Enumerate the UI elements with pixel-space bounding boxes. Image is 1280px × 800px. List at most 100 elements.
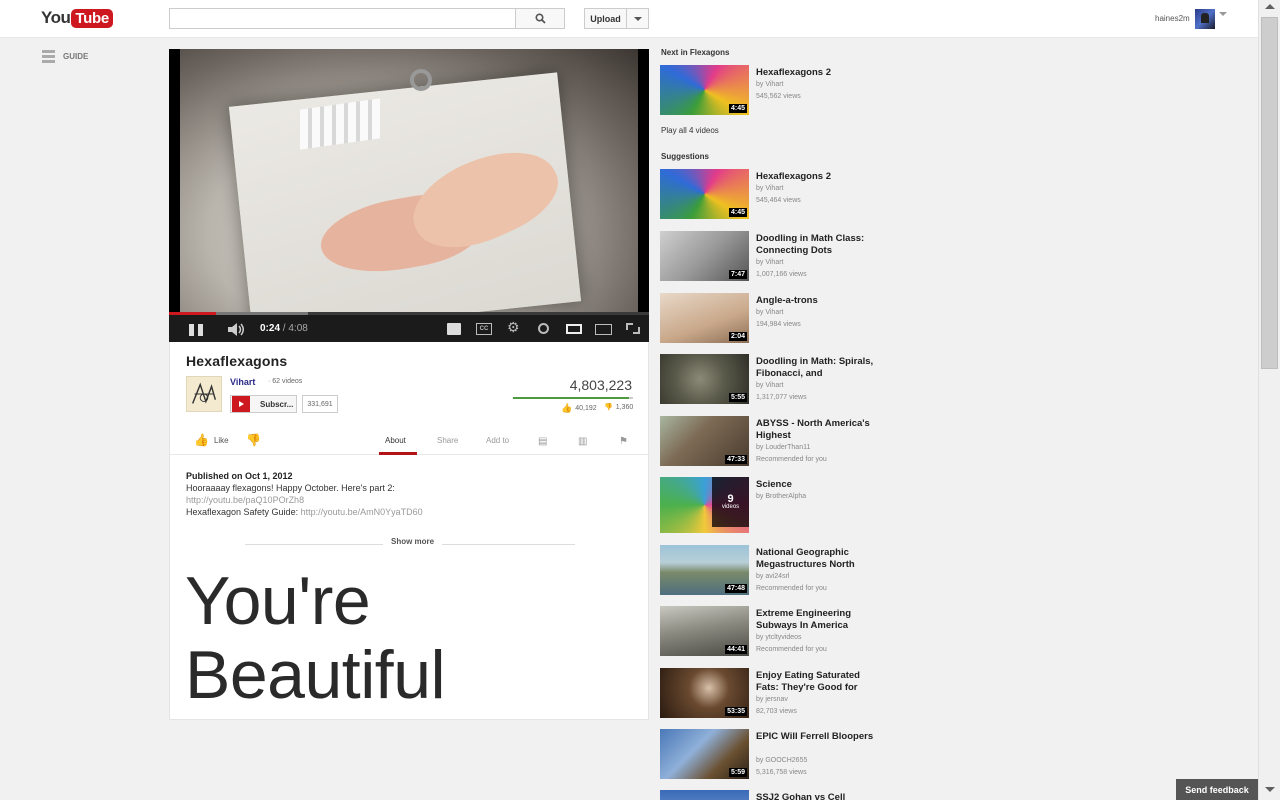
video-thumbnail[interactable]: 53:35 <box>660 668 749 718</box>
video-channel: by jersnav <box>756 696 788 703</box>
video-thumbnail[interactable]: 4:45 <box>660 65 749 115</box>
video-title[interactable]: Extreme Engineering Subways In America <box>756 608 881 632</box>
play-all-link[interactable]: Play all 4 videos <box>661 126 719 135</box>
video-title[interactable]: Angle-a-trons <box>756 295 881 307</box>
show-more-button[interactable]: Show more <box>383 537 443 546</box>
video-title[interactable]: ABYSS - North America's Highest <box>756 418 881 442</box>
video-duration: 2:04 <box>728 332 747 341</box>
video-duration: 47:48 <box>725 584 747 593</box>
playlist-thumbnail[interactable]: 9 videos <box>660 477 749 533</box>
suggested-video[interactable]: 5:59 EPIC Will Ferrell Bloopers by GOOCH… <box>660 729 880 779</box>
video-scene-binder-ring <box>410 69 432 91</box>
video-views: Recommended for you <box>756 585 827 592</box>
logo-you: You <box>41 8 71 27</box>
watch-later-icon[interactable] <box>538 323 549 334</box>
video-thumbnail[interactable] <box>660 790 749 800</box>
gear-icon[interactable]: ⚙ <box>507 319 521 335</box>
video-thumbnail[interactable]: 47:48 <box>660 545 749 595</box>
guide-button[interactable]: GUIDE <box>42 50 88 63</box>
video-title[interactable]: Doodling in Math Class: Connecting Dots <box>756 233 881 257</box>
video-views: 1,317,077 views <box>756 394 807 401</box>
description-link[interactable]: http://youtu.be/paQ10POrZh8 <box>186 494 423 506</box>
video-title[interactable]: National Geographic Megastructures North <box>756 547 881 571</box>
video-views: 545,562 views <box>756 93 801 100</box>
video-thumbnail[interactable]: 7:47 <box>660 231 749 281</box>
suggested-video[interactable]: SSJ2 Gohan vs Cell <box>660 790 880 800</box>
tab-add-to[interactable]: Add to <box>486 436 509 445</box>
video-channel: by Vihart <box>756 309 784 316</box>
small-player-icon[interactable] <box>566 324 582 334</box>
video-thumbnail[interactable]: 2:04 <box>660 293 749 343</box>
suggested-video[interactable]: 44:41 Extreme Engineering Subways In Ame… <box>660 606 880 656</box>
video-frame[interactable] <box>180 49 638 312</box>
subscribe-button[interactable]: Subscr... <box>230 395 297 413</box>
suggested-video[interactable]: 47:33 ABYSS - North America's Highest by… <box>660 416 880 466</box>
video-title[interactable]: Hexaflexagons 2 <box>756 171 881 183</box>
video-duration: 44:41 <box>725 645 747 654</box>
upload-button[interactable]: Upload <box>584 8 627 29</box>
video-thumbnail[interactable]: 4:45 <box>660 169 749 219</box>
description-link[interactable]: http://youtu.be/AmN0YyaTD60 <box>301 507 423 517</box>
dislike-button[interactable]: 👎 <box>246 433 261 447</box>
send-feedback-button[interactable]: Send feedback <box>1176 779 1258 800</box>
suggested-video[interactable]: 4:45 Hexaflexagons 2 by Vihart 545,464 v… <box>660 169 880 219</box>
suggested-video[interactable]: 47:48 National Geographic Megastructures… <box>660 545 880 595</box>
channel-video-count: · 62 videos <box>268 378 303 385</box>
video-thumbnail[interactable]: 44:41 <box>660 606 749 656</box>
video-duration: 4:45 <box>728 208 747 217</box>
scroll-up-arrow-icon[interactable] <box>1265 4 1275 9</box>
search-button[interactable] <box>515 8 565 29</box>
video-channel: by avi24srl <box>756 573 790 580</box>
upload-menu-button[interactable] <box>626 8 649 29</box>
subscribe-label: Subscr... <box>260 399 294 409</box>
statistics-icon[interactable]: ▥ <box>578 436 587 447</box>
video-views: 82,703 views <box>756 708 797 715</box>
suggested-playlist[interactable]: 9 videos Science by BrotherAlpha <box>660 477 881 533</box>
scroll-thumb[interactable] <box>1261 17 1278 369</box>
annotations-icon[interactable] <box>447 323 461 335</box>
suggested-video[interactable]: 53:35 Enjoy Eating Saturated Fats: They'… <box>660 668 880 718</box>
suggested-video[interactable]: 5:55 Doodling in Math: Spirals, Fibonacc… <box>660 354 880 404</box>
subscriber-count: 331,691 <box>302 395 338 413</box>
playlist-channel: by BrotherAlpha <box>756 493 807 500</box>
dislike-count-text: 1,360 <box>615 403 634 411</box>
playlist-overlay: 9 videos <box>712 477 749 527</box>
scroll-down-arrow-icon[interactable] <box>1265 787 1275 792</box>
pause-icon[interactable] <box>189 324 203 336</box>
video-player[interactable]: 0:24 / 4:08 CC ⚙ <box>169 49 649 342</box>
video-title[interactable]: Hexaflexagons 2 <box>756 67 881 79</box>
video-title[interactable]: EPIC Will Ferrell Bloopers <box>756 731 881 743</box>
scrollbar[interactable] <box>1258 0 1280 800</box>
fullscreen-icon[interactable] <box>625 322 641 335</box>
video-title[interactable]: Enjoy Eating Saturated Fats: They're Goo… <box>756 670 881 694</box>
channel-name[interactable]: Vihart <box>230 377 255 387</box>
suggested-video[interactable]: 2:04 Angle-a-trons by Vihart 194,984 vie… <box>660 293 880 343</box>
flag-icon[interactable]: ⚑ <box>619 436 628 447</box>
tab-share[interactable]: Share <box>437 436 458 445</box>
video-thumbnail[interactable]: 5:59 <box>660 729 749 779</box>
video-duration: 47:33 <box>725 455 747 464</box>
masthead: You Tube Upload haines2m <box>0 0 1258 38</box>
video-title[interactable]: Doodling in Math: Spirals, Fibonacci, an… <box>756 356 881 380</box>
search-input[interactable] <box>170 9 515 28</box>
account-menu-button[interactable] <box>1219 12 1227 28</box>
like-button[interactable]: 👍 Like <box>194 433 229 447</box>
video-title[interactable]: SSJ2 Gohan vs Cell <box>756 792 880 800</box>
video-title: Hexaflexagons <box>186 353 288 369</box>
volume-icon[interactable] <box>228 323 246 336</box>
captions-icon[interactable]: CC <box>476 323 492 335</box>
channel-avatar[interactable] <box>186 376 222 412</box>
playlist-title[interactable]: Science <box>756 479 881 491</box>
tab-about[interactable]: About <box>385 436 406 445</box>
suggested-video[interactable]: 7:47 Doodling in Math Class: Connecting … <box>660 231 880 281</box>
playlist-next-item[interactable]: 4:45 Hexaflexagons 2 by Vihart 545,562 v… <box>660 65 880 115</box>
playlist-count-label: videos <box>721 504 740 510</box>
menu-icon <box>42 50 55 63</box>
username[interactable]: haines2m <box>1155 14 1190 23</box>
avatar[interactable] <box>1195 9 1215 29</box>
video-thumbnail[interactable]: 5:55 <box>660 354 749 404</box>
youtube-logo[interactable]: You Tube <box>41 7 113 29</box>
video-thumbnail[interactable]: 47:33 <box>660 416 749 466</box>
transcript-icon[interactable]: ▤ <box>538 436 547 447</box>
large-player-icon[interactable] <box>595 324 612 335</box>
